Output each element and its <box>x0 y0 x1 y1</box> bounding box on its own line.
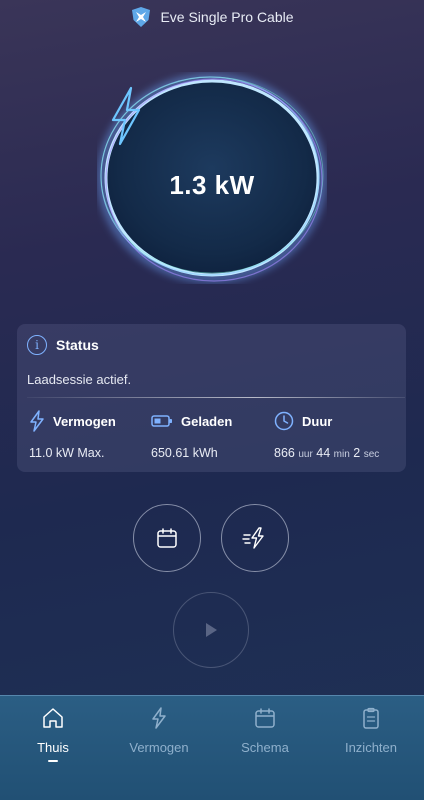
tab-label: Inzichten <box>344 740 398 755</box>
power-gauge: 1.3 kW <box>97 72 327 284</box>
bottom-tab-bar: Thuis Vermogen Schema Inzichten <box>0 695 424 800</box>
metric-duration: Duur 866 uur 44 min 2 sec <box>274 410 379 460</box>
status-message: Laadsessie actief. <box>27 372 132 387</box>
metric-charged: Geladen 650.61 kWh <box>151 410 233 461</box>
divider <box>27 397 405 398</box>
bolt-icon <box>111 86 141 146</box>
status-card: i Status Laadsessie actief. Vermogen 11.… <box>17 324 406 472</box>
metric-label: Geladen <box>181 413 233 429</box>
bolt-outline-icon <box>152 707 166 729</box>
metric-label: Duur <box>302 413 333 429</box>
metric-value: 11.0 kW Max. <box>29 446 105 460</box>
tab-label: Thuis <box>37 740 69 755</box>
active-tab-indicator <box>48 760 58 762</box>
tab-insights[interactable]: Inzichten <box>318 706 424 770</box>
clipboard-icon <box>363 707 379 729</box>
device-title: Eve Single Pro Cable <box>160 9 294 25</box>
duration-seconds: 2 <box>353 446 361 460</box>
duration-hours: 866 <box>274 446 295 460</box>
metric-power: Vermogen 11.0 kW Max. <box>29 410 116 460</box>
status-header: i Status <box>27 335 99 355</box>
tab-label: Vermogen <box>129 740 189 755</box>
tab-label: Schema <box>241 740 289 755</box>
calendar-icon <box>255 708 275 728</box>
tab-power[interactable]: Vermogen <box>106 706 212 770</box>
duration-minutes: 44 <box>316 446 331 460</box>
tab-schedule[interactable]: Schema <box>212 706 318 770</box>
eve-shield-icon <box>132 7 151 27</box>
bolt-outline-icon <box>30 410 44 432</box>
schedule-button[interactable] <box>133 504 201 572</box>
metric-value: 866 uur 44 min 2 sec <box>274 446 379 460</box>
play-icon <box>206 623 217 637</box>
duration-hours-unit: uur <box>298 449 313 460</box>
info-icon: i <box>27 335 47 355</box>
tab-home[interactable]: Thuis <box>0 706 106 770</box>
power-value: 1.3 kW <box>169 169 255 200</box>
battery-icon <box>151 415 172 427</box>
boost-charge-button[interactable] <box>221 504 289 572</box>
metric-label: Vermogen <box>53 413 116 429</box>
calendar-icon <box>157 528 177 548</box>
status-title: Status <box>56 337 99 353</box>
duration-seconds-unit: sec <box>363 449 380 460</box>
fast-charge-icon <box>242 527 264 549</box>
clock-icon <box>274 411 294 431</box>
start-charge-button[interactable] <box>173 592 249 668</box>
home-icon <box>43 708 63 728</box>
app-header: Eve Single Pro Cable <box>0 0 424 34</box>
duration-minutes-unit: min <box>333 449 350 460</box>
metric-value: 650.61 kWh <box>151 446 218 460</box>
